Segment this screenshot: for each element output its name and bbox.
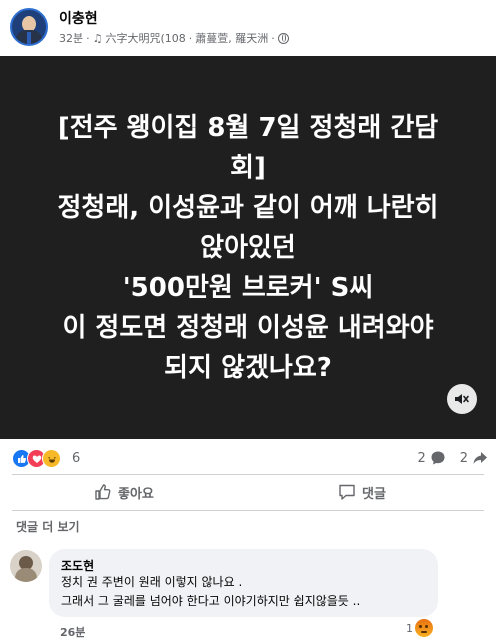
song-title[interactable]: 六字大明咒(108 [106,30,186,46]
comment-line: 그래서 그 굴레를 넘어야 한다고 이야기하지만 쉽지않을듯 .. [61,594,361,608]
like-label: 좋아요 [118,486,154,502]
commenter-avatar[interactable] [10,550,42,582]
comment-text: 정치 권 주변이 원래 이렇지 않나요 . 그래서 그 굴레를 넘어야 한다고 … [61,573,360,611]
engagement-stats: 2 2 [417,450,488,466]
divider [12,510,484,511]
caption-line: '500만원 브로커' S씨 [122,273,374,303]
thumbs-up-icon [95,484,111,500]
caption-line: 되지 않겠나요? [164,353,332,383]
globe-icon [277,32,289,44]
meta-separator: · [86,31,90,45]
song-artist[interactable]: 蕭蔓萱, 羅天洲 [195,30,268,46]
avatar-body [15,568,37,582]
comment-reaction-count: 1 [406,621,413,635]
caption-line: [전주 왱이집 8월 7일 정청래 간담 [57,113,439,143]
author-name[interactable]: 이충현 [59,8,98,28]
comment-button[interactable]: 댓글 [338,474,386,510]
meta-separator: · [188,31,193,45]
share-arrow-icon [473,452,487,464]
comment-icon [339,484,355,500]
video-player[interactable]: [전주 왱이집 8월 7일 정청래 간담 회] 정청래, 이성윤과 같이 어깨 … [0,56,496,439]
haha-reaction-icon [42,449,61,468]
comment-reactions[interactable]: 1 [406,619,433,637]
post-header: 이충현 32분 · ♫ 六字大明咒(108 · 蕭蔓萱, 羅天洲 · [0,0,496,56]
comment-time[interactable]: 26분 [60,624,85,640]
caption-line: 이 정도면 정청래 이성윤 내려와야 [62,313,434,343]
action-bar: 좋아요 댓글 [0,474,496,510]
reaction-icons[interactable] [12,449,61,469]
post-time[interactable]: 32분 [59,30,83,46]
meta-separator: · [271,31,275,45]
reactions-summary: 6 2 2 [0,449,496,471]
comment-count[interactable]: 2 [417,451,425,466]
share-count[interactable]: 2 [460,451,468,466]
caption-line: 정청래, 이성윤과 같이 어깨 나란히 [57,193,439,223]
post-meta: 32분 · ♫ 六字大明咒(108 · 蕭蔓萱, 羅天洲 · [59,30,289,46]
angry-reaction-icon [415,619,433,637]
video-caption: [전주 왱이집 8월 7일 정청래 간담 회] 정청래, 이성윤과 같이 어깨 … [20,108,476,388]
commenter-name[interactable]: 조도현 [61,557,94,574]
caption-line: 회] [230,153,266,183]
comment-label: 댓글 [362,486,386,502]
mute-button[interactable] [447,384,477,414]
avatar-tie [27,32,31,44]
caption-line: 앉아있던 [200,233,296,263]
reaction-count[interactable]: 6 [72,451,80,466]
like-button[interactable]: 좋아요 [94,474,154,510]
speaker-muted-icon [455,394,469,404]
comment-line: 정치 권 주변이 원래 이렇지 않나요 . [61,575,243,589]
comment-bubble: 조도현 정치 권 주변이 원래 이렇지 않나요 . 그래서 그 굴레를 넘어야 … [49,549,438,617]
view-more-comments-link[interactable]: 댓글 더 보기 [16,518,80,535]
music-note-icon: ♫ [92,31,103,45]
comment-bubble-icon [431,451,445,465]
author-avatar[interactable] [10,8,48,46]
